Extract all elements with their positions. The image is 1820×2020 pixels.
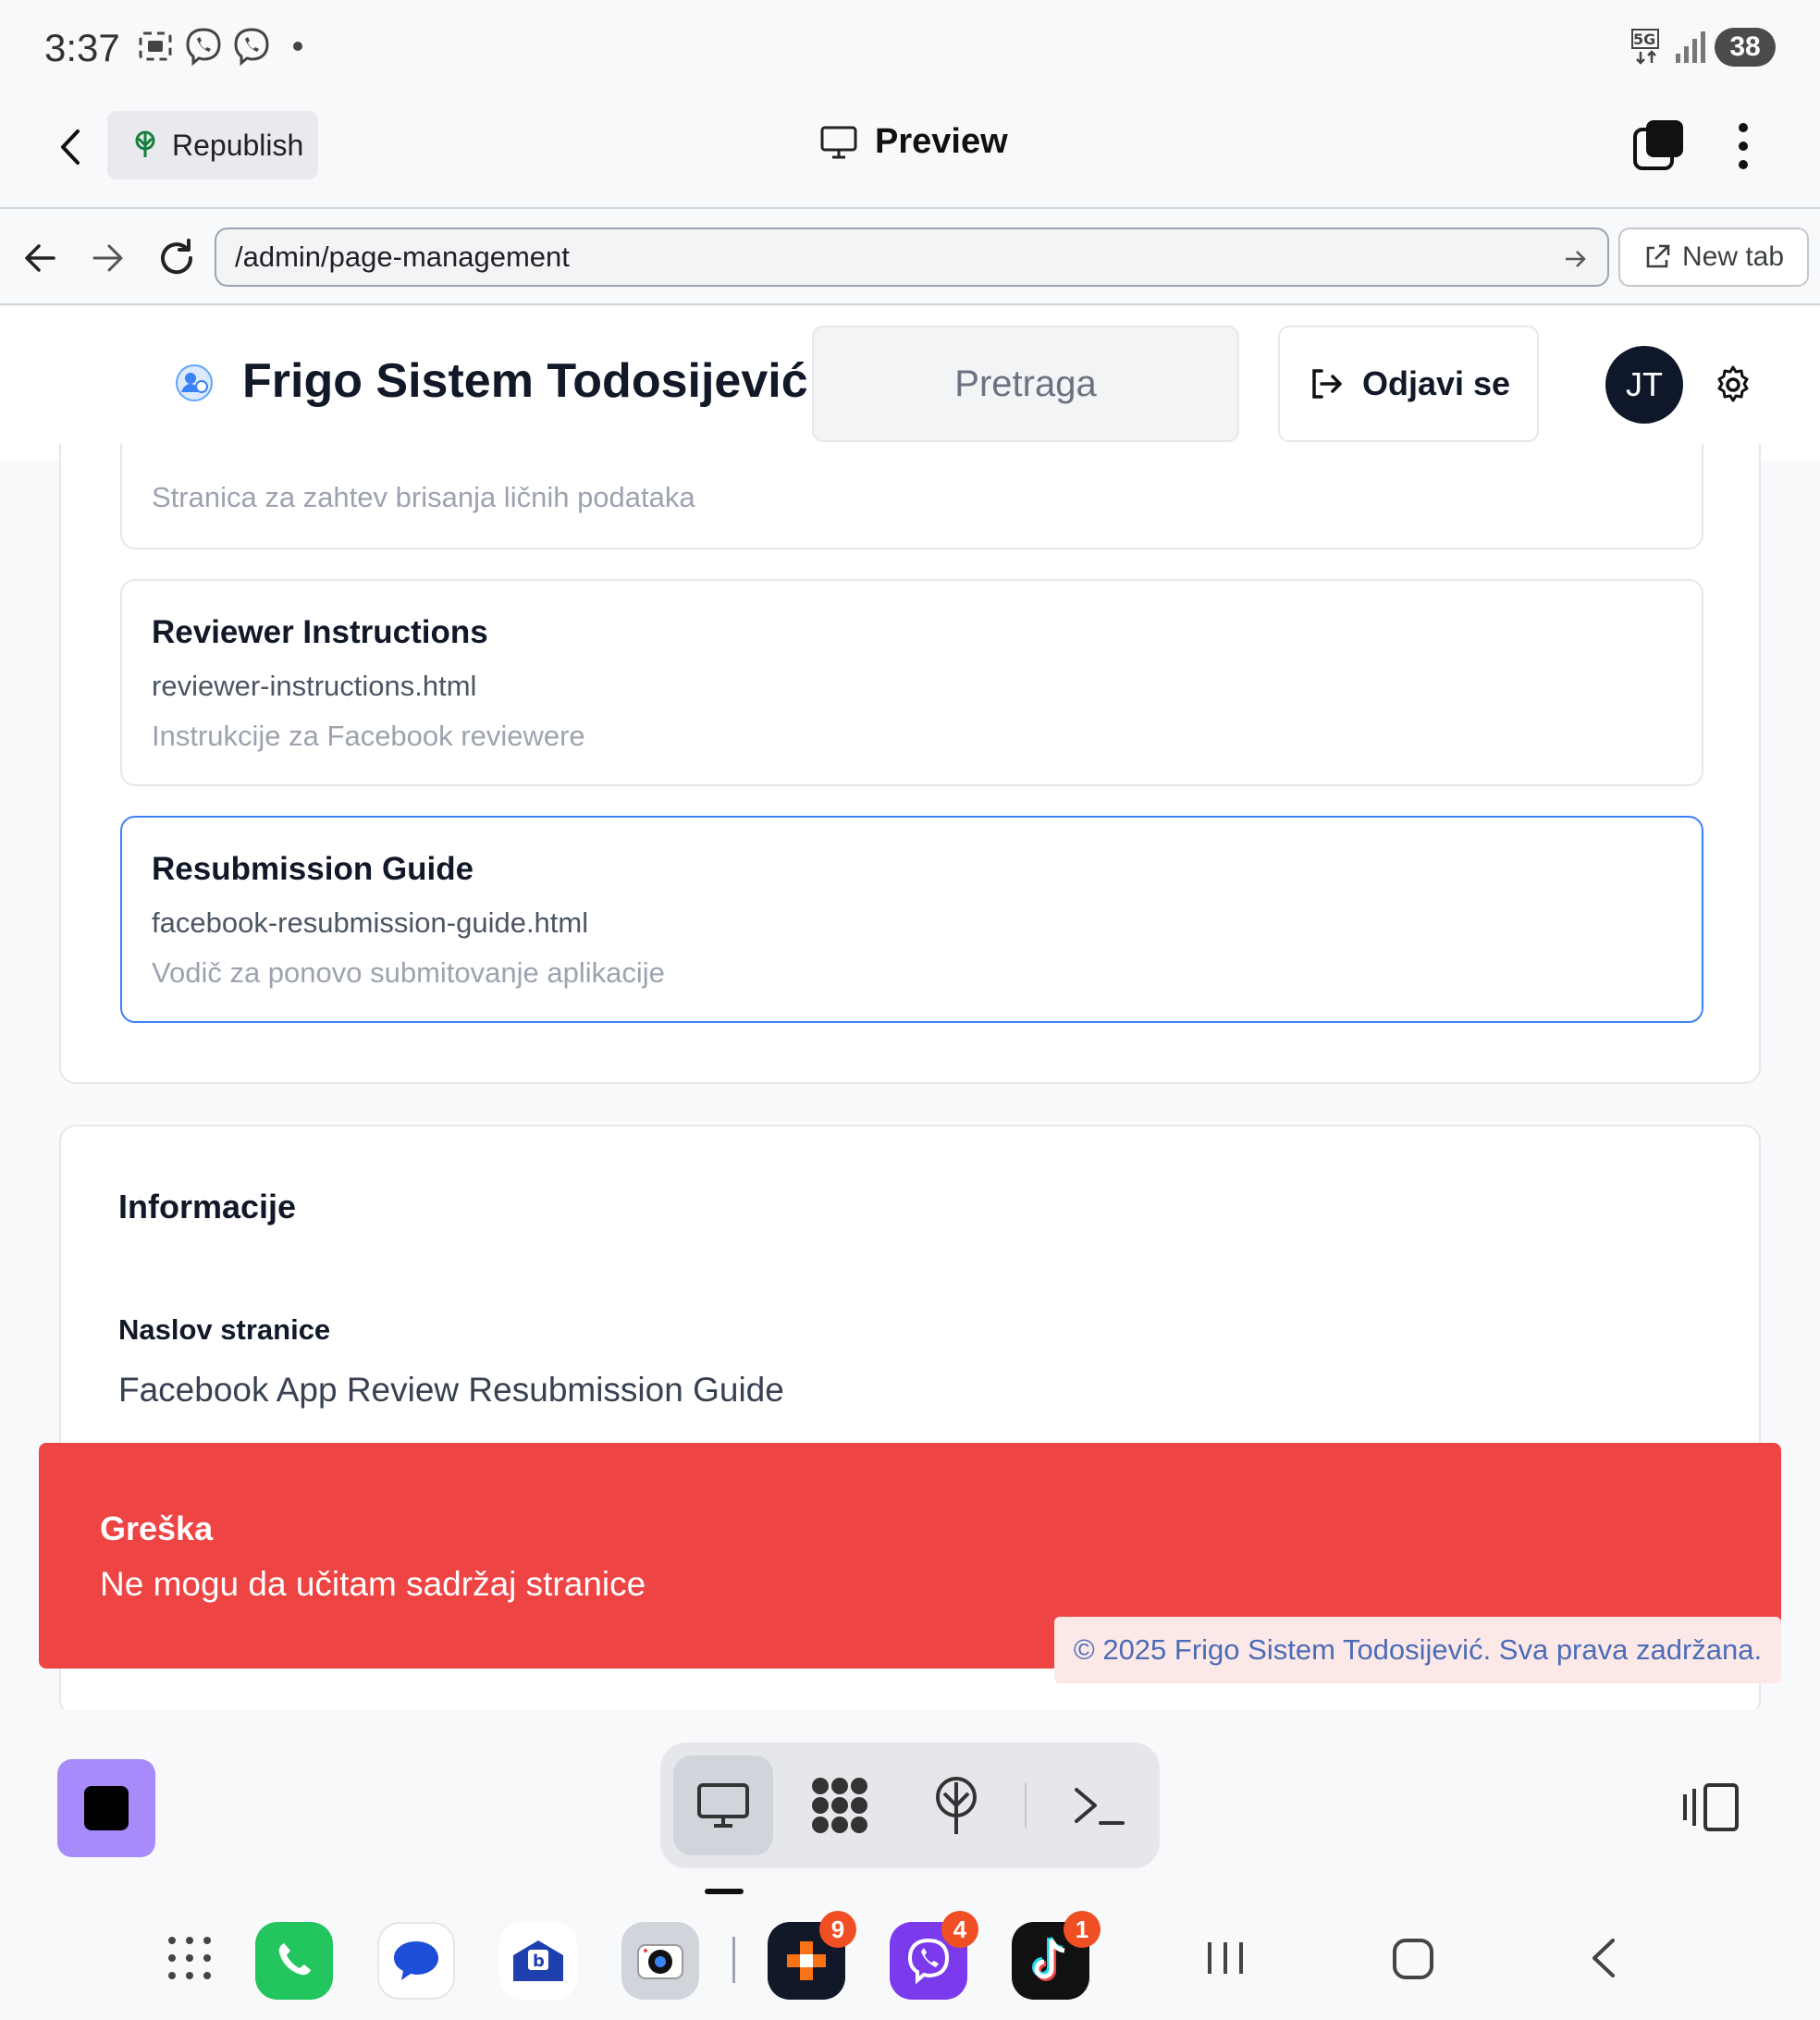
page-card-description: Instrukcije za Facebook reviewere	[152, 720, 585, 752]
envelope-icon: b	[513, 1940, 563, 1981]
browser-back-icon[interactable]	[20, 239, 59, 277]
signal-icon	[1676, 31, 1705, 63]
logout-button[interactable]: Odjavi se	[1278, 326, 1539, 442]
page-card-title: Reviewer Instructions	[152, 614, 488, 650]
grid-blob-icon	[812, 1778, 867, 1833]
publish-tree-icon	[936, 1777, 977, 1834]
mail-app-icon[interactable]: b	[499, 1922, 577, 2000]
screenshot-icon	[139, 31, 172, 61]
error-message: Ne mogu da učitam sadržaj stranice	[100, 1565, 646, 1603]
home-icon[interactable]	[1391, 1935, 1435, 1981]
notification-badge: 9	[819, 1911, 856, 1948]
page-card-reviewer-instructions[interactable]: Reviewer Instructions reviewer-instructi…	[120, 579, 1703, 786]
url-field[interactable]: /admin/page-management	[215, 228, 1609, 287]
home-indicator	[705, 1889, 744, 1894]
logout-label: Odjavi se	[1361, 364, 1511, 402]
apps-mode-button[interactable]	[790, 1755, 890, 1855]
mode-switcher	[660, 1743, 1160, 1868]
republish-button[interactable]: Republish	[107, 111, 318, 179]
pages-panel: Stranica za zahtev brisanja ličnih podat…	[59, 444, 1761, 1084]
system-back-icon[interactable]	[1585, 1935, 1622, 1981]
back-arrow-icon[interactable]	[52, 124, 89, 170]
status-bar: 3:37 5G 38	[0, 0, 1820, 96]
publish-mode-button[interactable]	[906, 1755, 1006, 1855]
stop-button[interactable]	[57, 1759, 155, 1857]
page-card-title: Resubmission Guide	[152, 851, 474, 887]
settings-gear-icon[interactable]	[1713, 364, 1753, 405]
blocks-icon	[787, 1941, 826, 1980]
site-header: Frigo Sistem Todosijević Pretraga Odjavi…	[0, 307, 1820, 461]
page-card-description: Stranica za zahtev brisanja ličnih podat…	[152, 481, 695, 513]
dock-divider	[732, 1937, 735, 1983]
external-link-icon	[1646, 244, 1670, 268]
tiktok-note-icon	[1032, 1937, 1065, 1981]
split-layout-icon[interactable]	[1681, 1781, 1740, 1833]
monitor-icon	[820, 126, 857, 158]
svg-text:b: b	[533, 1952, 545, 1971]
info-heading: Informacije	[118, 1188, 297, 1226]
more-notifications-dot-icon	[293, 42, 302, 51]
battery-indicator: 38	[1715, 28, 1776, 67]
status-time: 3:37	[44, 26, 120, 69]
monitor-icon	[697, 1783, 749, 1828]
camera-app-icon[interactable]	[621, 1922, 699, 2000]
browser-forward-icon[interactable]	[89, 239, 128, 277]
error-title: Greška	[100, 1509, 214, 1547]
tiktok-app-icon[interactable]: 1	[1012, 1911, 1101, 2000]
task-app-icon[interactable]: 9	[768, 1911, 856, 2000]
mode-divider	[1025, 1783, 1027, 1828]
footer-copyright: © 2025 Frigo Sistem Todosijević. Sva pra…	[1054, 1617, 1781, 1683]
browser-nav-bar: /admin/page-management New tab	[0, 211, 1820, 305]
page-card-resubmission-guide[interactable]: Resubmission Guide facebook-resubmission…	[120, 816, 1703, 1023]
user-avatar[interactable]: JT	[1605, 346, 1683, 424]
reload-icon[interactable]	[155, 237, 198, 279]
page-card-description: Vodič za ponovo submitovanje aplikacije	[152, 956, 665, 989]
page-card-filename: reviewer-instructions.html	[152, 670, 477, 702]
taskbar: b 9 4 1	[0, 1709, 1820, 2020]
notification-badge: 4	[941, 1911, 978, 1948]
app-drawer-icon[interactable]	[166, 1935, 213, 1981]
tabs-icon[interactable]	[1631, 118, 1685, 172]
chat-bubble-icon	[394, 1941, 438, 1980]
recent-apps-icon[interactable]	[1202, 1935, 1248, 1981]
go-arrow-icon[interactable]	[1563, 246, 1589, 272]
site-title: Frigo Sistem Todosijević	[242, 354, 808, 408]
notification-badge: 1	[1064, 1911, 1101, 1948]
phone-icon	[278, 1943, 311, 1976]
page-title-value: Facebook App Review Resubmission Guide	[118, 1371, 784, 1409]
phone-app-icon[interactable]	[255, 1922, 333, 2000]
logo-icon	[176, 364, 213, 401]
page-title-label: Naslov stranice	[118, 1313, 331, 1346]
desktop-mode-button[interactable]	[673, 1755, 773, 1855]
more-options-icon[interactable]	[1729, 120, 1757, 172]
terminal-mode-button[interactable]	[1049, 1755, 1149, 1855]
preview-title: Preview	[819, 122, 1008, 162]
viber-notification-icon	[186, 28, 221, 67]
logout-icon	[1312, 369, 1342, 399]
app-toolbar: Republish Preview	[0, 96, 1820, 209]
new-tab-label: New tab	[1681, 241, 1785, 272]
messages-app-icon[interactable]	[377, 1922, 455, 2000]
camera-icon	[637, 1944, 683, 1979]
preview-label: Preview	[875, 122, 1008, 161]
republish-label: Republish	[172, 128, 304, 162]
publish-icon	[135, 130, 155, 157]
viber-notification-icon	[234, 28, 269, 67]
viber-app-icon[interactable]: 4	[890, 1911, 978, 2000]
new-tab-button[interactable]: New tab	[1618, 228, 1809, 287]
stop-icon	[84, 1786, 129, 1830]
search-input[interactable]: Pretraga	[812, 326, 1239, 442]
page-card-filename: facebook-resubmission-guide.html	[152, 906, 589, 939]
page-card-data-deletion[interactable]: Stranica za zahtev brisanja ličnih podat…	[120, 444, 1703, 549]
svg-text:5G: 5G	[1633, 31, 1655, 48]
terminal-icon	[1075, 1788, 1125, 1825]
5g-network-icon: 5G	[1631, 29, 1659, 65]
